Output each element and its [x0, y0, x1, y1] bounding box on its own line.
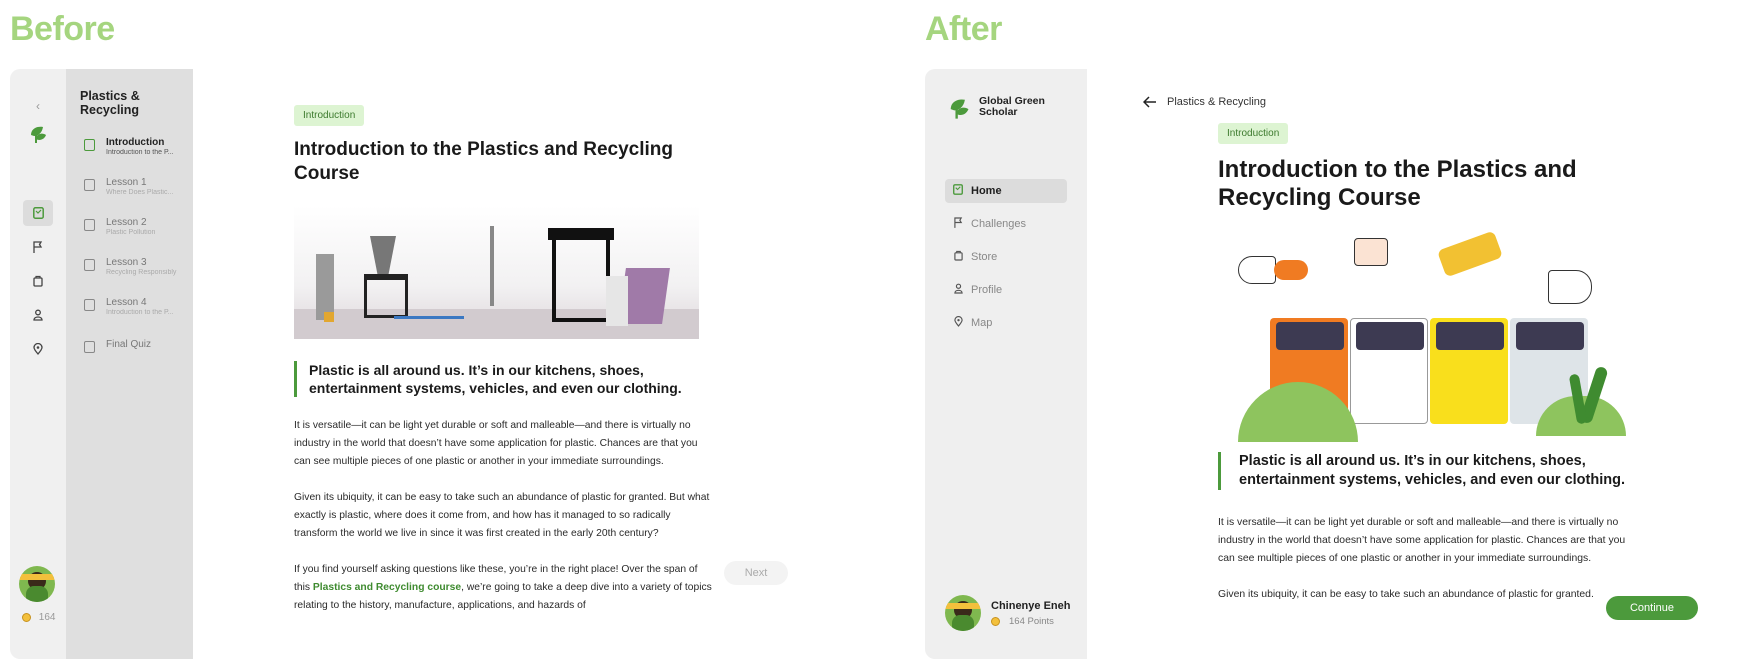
- coin-icon: [22, 612, 31, 622]
- recycling-bins-illustration: [1218, 230, 1626, 442]
- user-points: 164 Points: [1009, 616, 1054, 627]
- before-heading: Before: [10, 10, 115, 48]
- course-title: Plastics & Recycling: [80, 89, 140, 117]
- avatar[interactable]: [19, 566, 55, 602]
- breadcrumb-label: Plastics & Recycling: [1167, 96, 1267, 108]
- lesson-title: Final Quiz: [106, 339, 152, 350]
- sidebar-item-profile[interactable]: Profile: [945, 278, 1067, 302]
- page-title: Introduction to the Plastics and Recycli…: [294, 139, 673, 184]
- pin-icon: [945, 315, 971, 330]
- lock-icon: [84, 179, 95, 191]
- lesson-title: Lesson 4: [106, 297, 147, 308]
- flag-icon: [945, 217, 971, 231]
- lesson-title: Lesson 2: [106, 217, 147, 228]
- sidebar-item-label: Map: [971, 317, 993, 329]
- lesson-quote: Plastic is all around us. It’s in our ki…: [1218, 452, 1638, 490]
- course-link[interactable]: Plastics and Recycling course: [313, 582, 461, 593]
- lesson-subtitle: Introduction to the P...: [106, 149, 174, 156]
- lesson-quote: Plastic is all around us. It’s in our ki…: [294, 361, 714, 397]
- sidebar-item-map[interactable]: Map: [945, 311, 1067, 335]
- paragraph-1: It is versatile—it can be light yet dura…: [294, 420, 698, 467]
- paragraph-3: If you find yourself asking questions li…: [294, 561, 714, 615]
- lesson-title: Introduction: [106, 137, 165, 148]
- coin-icon: [991, 617, 1000, 626]
- user-profile[interactable]: Chinenye Eneh 164 Points: [945, 595, 1085, 635]
- lock-icon: [84, 299, 95, 311]
- next-button[interactable]: Next: [724, 561, 788, 585]
- lesson-item-1[interactable]: Lesson 1 Where Does Plastic...: [84, 177, 189, 207]
- leaf-logo-icon: [23, 121, 53, 147]
- lesson-item-2[interactable]: Lesson 2 Plastic Pollution: [84, 217, 189, 247]
- breadcrumb[interactable]: Plastics & Recycling: [1143, 96, 1266, 108]
- section-badge: Introduction: [1218, 123, 1289, 144]
- continue-button[interactable]: Continue: [1606, 596, 1698, 620]
- brand-name: Global Green Scholar: [979, 95, 1045, 118]
- sidebar-item-label: Home: [971, 185, 1002, 197]
- icon-rail: ‹ 164: [10, 69, 66, 659]
- book-icon: [945, 184, 971, 198]
- user-name: Chinenye Eneh: [991, 600, 1071, 612]
- lesson-title: Lesson 3: [106, 257, 147, 268]
- arrow-left-icon[interactable]: [1143, 96, 1157, 108]
- lesson-item-final-quiz[interactable]: Final Quiz: [84, 339, 189, 369]
- sidebar-item-label: Challenges: [971, 218, 1027, 230]
- page-title: Introduction to the Plastics and Recycli…: [1218, 156, 1577, 211]
- paragraph-2: Given its ubiquity, it can be easy to ta…: [1218, 589, 1594, 600]
- brand[interactable]: Global Green Scholar: [945, 95, 1075, 125]
- lesson-subtitle: Where Does Plastic...: [106, 189, 174, 196]
- lock-icon: [84, 259, 95, 271]
- lesson-subtitle: Plastic Pollution: [106, 229, 156, 236]
- leaf-logo-icon: [950, 99, 969, 119]
- lesson-item-3[interactable]: Lesson 3 Recycling Responsibly: [84, 257, 189, 287]
- points-value: 164: [38, 612, 56, 623]
- sidebar-item-label: Profile: [971, 284, 1003, 296]
- lesson-title: Lesson 1: [106, 177, 147, 188]
- before-screen: ‹ 164 Plastics & Recycling Introduction …: [10, 69, 916, 659]
- after-screen: Global Green Scholar Home Challenges Sto…: [925, 69, 1760, 659]
- sidebar: Global Green Scholar Home Challenges Sto…: [925, 69, 1087, 659]
- person-icon[interactable]: [23, 302, 53, 328]
- flag-icon[interactable]: [23, 234, 53, 260]
- section-badge: Introduction: [294, 105, 365, 126]
- lock-icon: [84, 219, 95, 231]
- paragraph-1: It is versatile—it can be light yet dura…: [1218, 517, 1626, 564]
- sidebar-item-store[interactable]: Store: [945, 245, 1067, 269]
- sidebar-item-home[interactable]: Home: [945, 179, 1067, 203]
- lesson-item-introduction[interactable]: Introduction Introduction to the P...: [84, 137, 189, 167]
- sidebar-item-challenges[interactable]: Challenges: [945, 212, 1067, 236]
- paragraph-2: Given its ubiquity, it can be easy to ta…: [294, 492, 710, 539]
- quiz-icon: [84, 341, 95, 353]
- book-icon[interactable]: [23, 200, 53, 226]
- points-counter: 164: [22, 612, 55, 623]
- lesson-content: Introduction Introduction to the Plastic…: [294, 105, 714, 615]
- lesson-panel: Plastics & Recycling Introduction Introd…: [66, 69, 193, 659]
- pin-icon[interactable]: [23, 336, 53, 362]
- bag-icon: [945, 250, 971, 264]
- after-heading: After: [925, 10, 1002, 48]
- lesson-item-4[interactable]: Lesson 4 Introduction to the P...: [84, 297, 189, 327]
- avatar: [945, 595, 981, 631]
- sidebar-item-label: Store: [971, 251, 998, 263]
- person-icon: [945, 283, 971, 297]
- chevron-left-icon[interactable]: ‹: [23, 93, 53, 119]
- lesson-content: Introduction Introduction to the Plastic…: [1218, 123, 1638, 604]
- lesson-subtitle: Introduction to the P...: [106, 309, 174, 316]
- machines-photo: [294, 206, 699, 339]
- bag-icon[interactable]: [23, 268, 53, 294]
- lesson-subtitle: Recycling Responsibly: [106, 269, 177, 276]
- book-icon: [84, 139, 95, 151]
